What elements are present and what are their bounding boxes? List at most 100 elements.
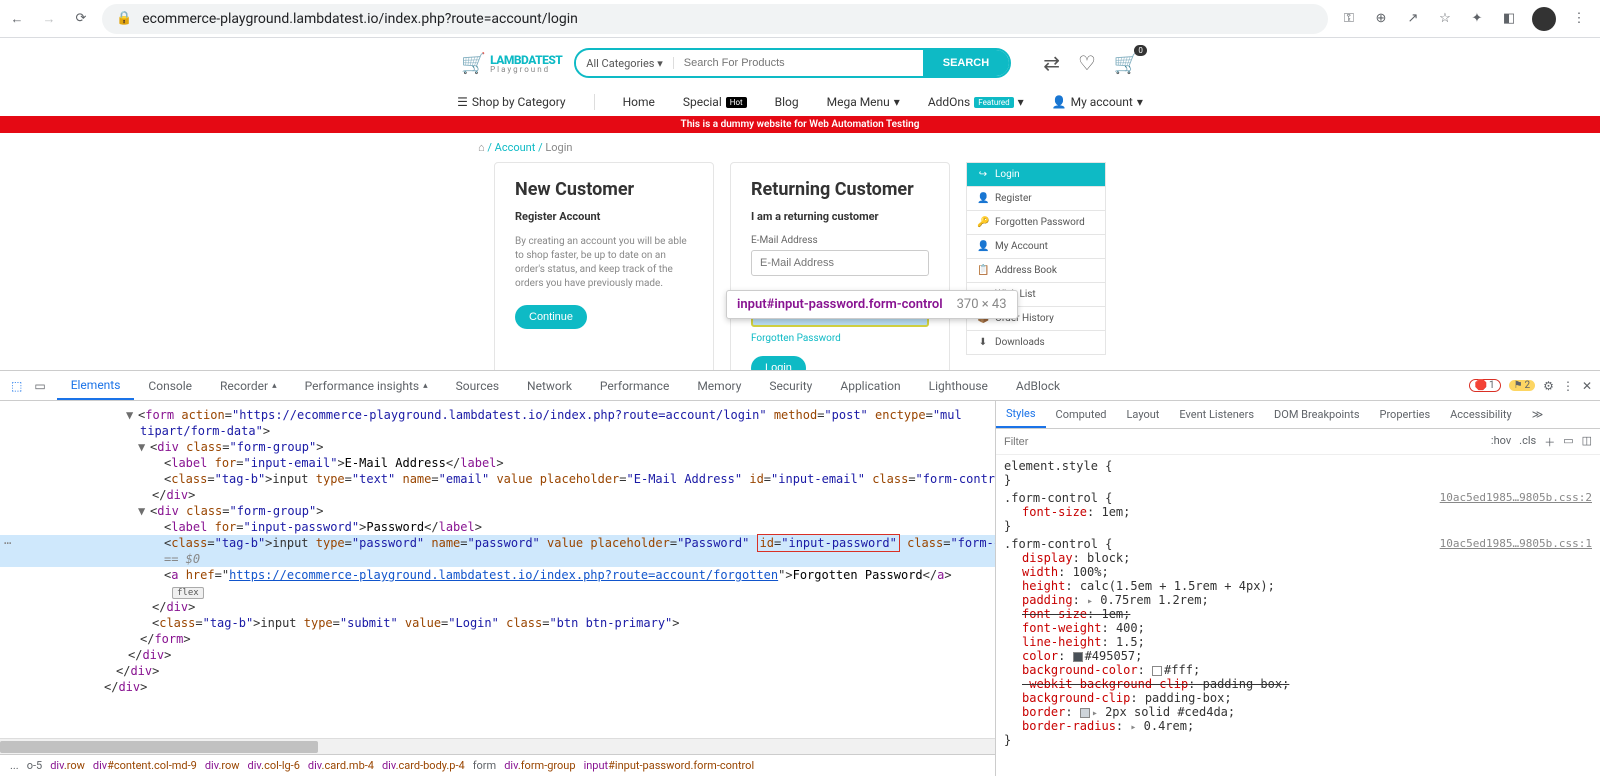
styles-tab[interactable]: Computed xyxy=(1046,401,1117,428)
site-logo[interactable]: 🛒 LAMBDATEST Playground xyxy=(461,51,562,75)
styles-tab[interactable]: Layout xyxy=(1117,401,1170,428)
sidebar-item[interactable]: 👤Register xyxy=(966,187,1106,211)
dom-tree[interactable]: ▼<form action="https://ecommerce-playgro… xyxy=(0,401,995,738)
panel-icon[interactable]: ◧ xyxy=(1500,10,1518,28)
styles-tab[interactable]: Styles xyxy=(996,401,1046,428)
sidebar-item[interactable]: 🔑Forgotten Password xyxy=(966,211,1106,235)
dom-crumb[interactable]: input#input-password.form-control xyxy=(584,759,755,772)
bookmark-icon[interactable]: ☆ xyxy=(1436,10,1454,28)
devtools-tab[interactable]: Elements xyxy=(57,371,135,400)
hov-toggle[interactable]: :hov xyxy=(1491,434,1511,450)
dom-crumb[interactable]: div#content.col-md-9 xyxy=(93,759,197,772)
devtools-tab[interactable]: Recorder ▴ xyxy=(206,371,291,400)
error-badge[interactable]: 🛑 1 xyxy=(1469,379,1501,392)
email-field[interactable] xyxy=(751,250,929,276)
nav-mega-menu[interactable]: Mega Menu ▾ xyxy=(827,95,900,109)
styles-tab[interactable]: Properties xyxy=(1370,401,1441,428)
returning-title: Returning Customer xyxy=(751,179,929,200)
warning-badge[interactable]: ⚑ 2 xyxy=(1509,380,1536,391)
new-customer-sub: Register Account xyxy=(515,210,693,223)
sidebar-item[interactable]: ↪Login xyxy=(966,162,1106,187)
computed-icon[interactable]: ▭ xyxy=(1563,434,1573,450)
share-icon[interactable]: ↗ xyxy=(1404,10,1422,28)
new-customer-title: New Customer xyxy=(515,179,693,200)
styles-tab[interactable]: DOM Breakpoints xyxy=(1264,401,1369,428)
login-button[interactable]: Login xyxy=(751,356,806,370)
devtools-tabs: ⬚ ▭ ElementsConsoleRecorder ▴Performance… xyxy=(0,371,1600,401)
add-rule-icon[interactable]: ＋ xyxy=(1544,434,1555,450)
wishlist-icon[interactable]: ♡ xyxy=(1078,51,1096,75)
dom-crumb[interactable]: div.row xyxy=(50,759,85,772)
category-select[interactable]: All Categories ▾ xyxy=(576,57,672,70)
inspect-icon[interactable]: ⬚ xyxy=(8,376,25,396)
new-customer-desc: By creating an account you will be able … xyxy=(515,235,693,291)
dom-h-scrollbar[interactable] xyxy=(0,738,995,754)
devtools-tab[interactable]: Security xyxy=(755,371,826,400)
styles-panel: StylesComputedLayoutEvent ListenersDOM B… xyxy=(995,401,1600,776)
dom-breadcrumbs[interactable]: ... o-5 div.row div#content.col-md-9 div.row… xyxy=(0,754,995,776)
styles-filter-input[interactable] xyxy=(996,436,1483,448)
crumb-home-icon: ⌂ xyxy=(478,141,485,154)
shop-by-category[interactable]: ☰ Shop by Category xyxy=(457,95,565,109)
extensions-icon[interactable]: ✦ xyxy=(1468,10,1486,28)
search-button[interactable]: SEARCH xyxy=(923,50,1009,76)
reload-button[interactable]: ⟳ xyxy=(72,10,90,28)
devtools-tab[interactable]: Lighthouse xyxy=(915,371,1002,400)
compare-icon[interactable]: ⇄ xyxy=(1043,51,1060,75)
devtools-tab[interactable]: Performance xyxy=(586,371,683,400)
profile-avatar[interactable] xyxy=(1532,7,1556,31)
new-customer-card: New Customer Register Account By creatin… xyxy=(494,162,714,370)
nav-addons[interactable]: AddOnsFeatured ▾ xyxy=(928,95,1024,109)
dom-crumb[interactable]: div.col-lg-6 xyxy=(248,759,300,772)
zoom-icon[interactable]: ⊕ xyxy=(1372,10,1390,28)
menu-icon[interactable]: ⋮ xyxy=(1570,10,1588,28)
settings-icon[interactable]: ⚙ xyxy=(1543,379,1554,393)
continue-button[interactable]: Continue xyxy=(515,305,587,329)
sidebar-item[interactable]: 📋Address Book xyxy=(966,259,1106,283)
devtools-tab[interactable]: Network xyxy=(513,371,586,400)
dom-crumb[interactable]: div.form-group xyxy=(504,759,575,772)
forgot-password-link[interactable]: Forgotten Password xyxy=(751,333,929,344)
page-viewport: 🛒 LAMBDATEST Playground All Categories ▾… xyxy=(0,38,1600,370)
devtools-tab[interactable]: Console xyxy=(134,371,206,400)
devtools-tab[interactable]: Sources xyxy=(442,371,513,400)
dom-crumb[interactable]: ... xyxy=(10,759,19,772)
nav-blog[interactable]: Blog xyxy=(775,95,799,109)
toggle-icon[interactable]: ◫ xyxy=(1582,434,1592,450)
sidebar-item[interactable]: 👤My Account xyxy=(966,235,1106,259)
search-input[interactable] xyxy=(673,57,923,69)
crumb-login: Login xyxy=(545,141,572,154)
cart-icon[interactable]: 🛒0 xyxy=(1114,51,1139,75)
dom-crumb[interactable]: div.card.mb-4 xyxy=(308,759,374,772)
devtools-element-tooltip: input#input-password.form-control370 × 4… xyxy=(726,290,1018,319)
browser-toolbar: ← → ⟳ 🔒 ecommerce-playground.lambdatest.… xyxy=(0,0,1600,38)
devtools-tab[interactable]: Application xyxy=(826,371,914,400)
devtools-tab[interactable]: Performance insights ▴ xyxy=(291,371,442,400)
nav-special[interactable]: SpecialHot xyxy=(683,95,747,109)
nav-home[interactable]: Home xyxy=(623,95,655,109)
cls-toggle[interactable]: .cls xyxy=(1519,434,1536,450)
dom-crumb[interactable]: div.card-body.p-4 xyxy=(382,759,465,772)
address-bar[interactable]: 🔒 ecommerce-playground.lambdatest.io/ind… xyxy=(102,4,1328,34)
more-icon[interactable]: ⋮ xyxy=(1562,379,1574,393)
devtools-tab[interactable]: Memory xyxy=(683,371,755,400)
styles-tab[interactable]: Event Listeners xyxy=(1169,401,1264,428)
close-devtools-icon[interactable]: ✕ xyxy=(1582,379,1592,393)
crumb-account[interactable]: Account xyxy=(495,141,536,154)
email-label: E-Mail Address xyxy=(751,235,929,246)
devtools-tab[interactable]: AdBlock xyxy=(1002,371,1074,400)
styles-more[interactable]: ≫ xyxy=(1522,401,1554,428)
dom-crumb[interactable]: form xyxy=(473,759,496,772)
breadcrumb: ⌂ / Account / Login xyxy=(0,133,1600,162)
dom-crumb[interactable]: div.row xyxy=(205,759,240,772)
styles-tab[interactable]: Accessibility xyxy=(1440,401,1522,428)
back-button[interactable]: ← xyxy=(8,10,26,28)
nav-my-account[interactable]: 👤 My account ▾ xyxy=(1052,95,1143,109)
device-icon[interactable]: ▭ xyxy=(31,376,48,396)
css-rules[interactable]: element.style {}10ac5ed1985…9805b.css:2.… xyxy=(996,455,1600,776)
dom-crumb[interactable]: o-5 xyxy=(27,759,43,772)
forward-button[interactable]: → xyxy=(40,10,58,28)
sidebar-item[interactable]: ⬇Downloads xyxy=(966,331,1106,355)
key-icon[interactable]: ⚿ xyxy=(1340,10,1358,28)
notice-band: This is a dummy website for Web Automati… xyxy=(0,116,1600,133)
